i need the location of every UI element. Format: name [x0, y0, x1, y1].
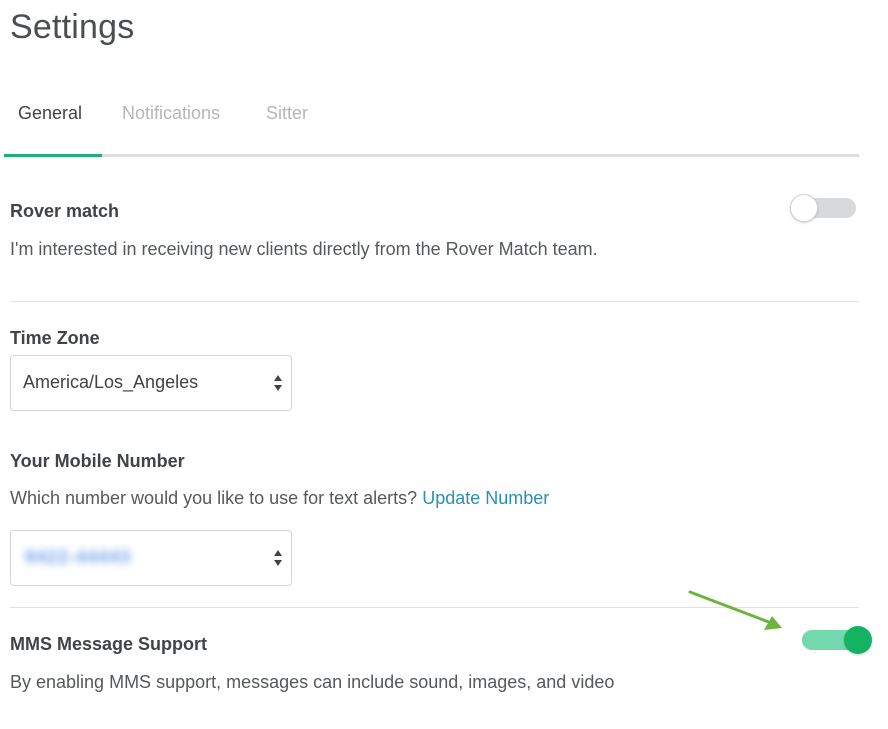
toggle-knob [844, 626, 872, 654]
divider [10, 301, 859, 302]
toggle-knob [790, 194, 818, 222]
select-arrows-icon [274, 375, 282, 391]
mobile-number-value: 9422-44443 [25, 547, 132, 567]
select-arrows-icon [274, 550, 282, 566]
update-number-link[interactable]: Update Number [422, 488, 549, 508]
settings-page: Settings General Notifications Sitter Ro… [0, 0, 888, 729]
settings-tabs: General Notifications Sitter [4, 100, 859, 157]
mms-description: By enabling MMS support, messages can in… [10, 672, 615, 692]
tab-notifications[interactable]: Notifications [122, 100, 220, 154]
time-zone-select[interactable]: America/Los_Angeles [10, 355, 292, 411]
annotation-arrow-icon [688, 590, 782, 630]
mobile-number-question: Which number would you like to use for t… [10, 488, 549, 509]
mms-title: MMS Message Support [10, 634, 208, 654]
active-tab-indicator [4, 154, 102, 157]
mobile-number-label: Your Mobile Number [10, 451, 185, 471]
page-title: Settings [10, 8, 135, 46]
time-zone-label: Time Zone [10, 328, 100, 348]
tab-sitter[interactable]: Sitter [266, 100, 308, 154]
tab-general[interactable]: General [18, 100, 82, 154]
rover-match-toggle[interactable] [790, 194, 858, 222]
rover-match-description: I'm interested in receiving new clients … [10, 239, 598, 259]
mms-toggle[interactable] [800, 626, 872, 654]
time-zone-value: America/Los_Angeles [23, 372, 199, 392]
mobile-question-text: Which number would you like to use for t… [10, 488, 418, 508]
rover-match-title: Rover match [10, 201, 120, 221]
mobile-number-select[interactable]: 9422-44443 [10, 530, 292, 586]
